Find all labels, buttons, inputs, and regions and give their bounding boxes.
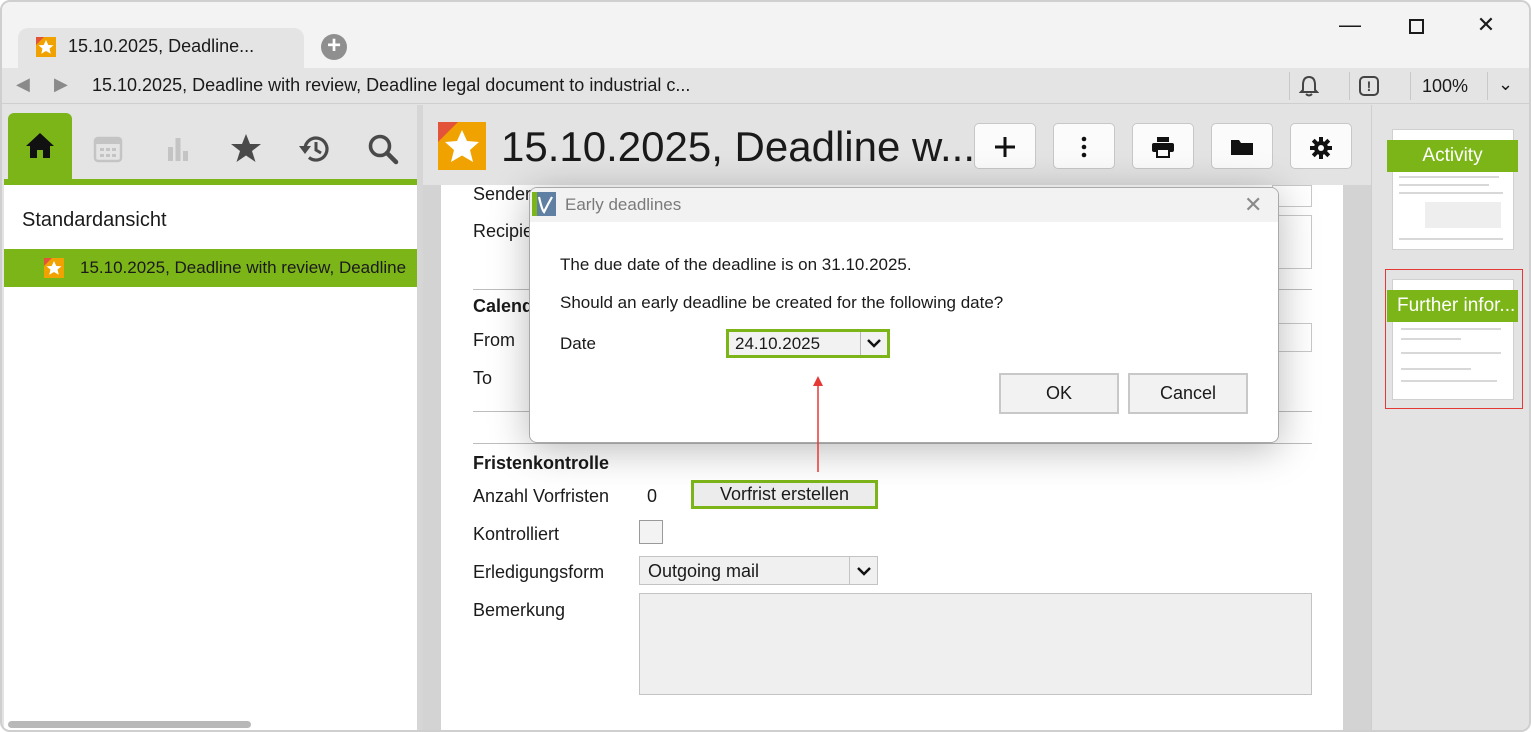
- chevron-down-icon[interactable]: [860, 332, 887, 355]
- bell-icon[interactable]: [1299, 74, 1319, 98]
- to-label: To: [473, 368, 493, 388]
- completion-value: Outgoing mail: [648, 561, 760, 581]
- tab-search[interactable]: [351, 115, 415, 179]
- divider: [473, 443, 1312, 444]
- app-window: 15.10.2025, Deadline... + — ✕ ◀ ▶ 15.10.…: [0, 0, 1531, 732]
- settings-button[interactable]: [1290, 123, 1352, 169]
- print-button[interactable]: [1132, 123, 1194, 169]
- browser-tab[interactable]: 15.10.2025, Deadline...: [18, 28, 304, 68]
- more-icon: [1081, 136, 1087, 158]
- tab-calendar[interactable]: [76, 115, 140, 179]
- dialog-message-due-date: The due date of the deadline is on 31.10…: [560, 255, 912, 274]
- recipient-label: Recipie: [473, 221, 534, 241]
- document-title: 15.10.2025, Deadline w...: [501, 123, 976, 170]
- back-arrow-icon[interactable]: ◀: [16, 74, 30, 95]
- tab-title: 15.10.2025, Deadline...: [68, 36, 255, 56]
- annotation-arrow: [813, 376, 823, 472]
- star-icon: [231, 134, 261, 162]
- separator: [1349, 72, 1350, 100]
- close-window-icon[interactable]: ✕: [1466, 10, 1506, 40]
- view-title[interactable]: Standardansicht: [22, 209, 167, 232]
- info-icon[interactable]: !: [1359, 76, 1379, 96]
- folder-icon: [1231, 140, 1253, 155]
- chevron-down-icon[interactable]: [849, 557, 877, 584]
- separator: [1289, 72, 1290, 100]
- minimize-icon[interactable]: —: [1330, 10, 1370, 40]
- chart-icon: [168, 138, 188, 161]
- add-icon: [995, 137, 1015, 157]
- separator: [1410, 72, 1411, 100]
- dialog-message-question: Should an early deadline be created for …: [560, 293, 1004, 312]
- sender-label: Sender: [473, 184, 532, 204]
- document-header: 15.10.2025, Deadline w...: [423, 105, 1371, 185]
- deadline-star-icon: [44, 258, 64, 278]
- maximize-icon[interactable]: [1396, 10, 1436, 40]
- settings-icon: [1310, 137, 1332, 159]
- date-label: Date: [560, 334, 596, 353]
- add-button[interactable]: [974, 123, 1036, 169]
- tree-item-deadline[interactable]: 15.10.2025, Deadline with review, Deadli…: [4, 249, 417, 287]
- thumbnail-selection-frame: [1385, 269, 1523, 409]
- completion-label: Erledigungsform: [473, 562, 605, 582]
- history-icon: [299, 136, 329, 162]
- tab-strip: 15.10.2025, Deadline... + — ✕: [2, 2, 1529, 68]
- tab-statistics[interactable]: [146, 115, 210, 179]
- separator: [1487, 72, 1488, 100]
- app-logo-icon: [532, 192, 556, 216]
- folder-button[interactable]: [1211, 123, 1273, 169]
- tab-history[interactable]: [283, 115, 347, 179]
- search-icon: [368, 134, 399, 165]
- section-heading: Fristenkontrolle: [473, 453, 610, 473]
- date-value: 24.10.2025: [735, 334, 821, 353]
- navigation-panel: Standardansicht 15.10.2025, Deadline wit…: [4, 105, 417, 730]
- deadline-star-icon: [438, 122, 486, 170]
- checked-checkbox[interactable]: [639, 520, 663, 544]
- more-button[interactable]: [1053, 123, 1115, 169]
- date-picker[interactable]: 24.10.2025: [726, 329, 890, 358]
- deadline-star-icon: [36, 37, 56, 57]
- home-icon: [26, 133, 54, 158]
- address-bar: ◀ ▶ 15.10.2025, Deadline with review, De…: [2, 68, 1529, 104]
- count-label: Anzahl Vorfristen: [473, 486, 610, 506]
- zoom-level[interactable]: 100%: [1422, 76, 1468, 97]
- horizontal-scrollbar[interactable]: [8, 721, 251, 728]
- ok-button[interactable]: OK: [999, 373, 1119, 414]
- cancel-button[interactable]: Cancel: [1128, 373, 1248, 414]
- remark-label: Bemerkung: [473, 600, 566, 620]
- create-early-deadline-button[interactable]: Vorfrist erstellen: [691, 480, 878, 509]
- calendar-icon: [93, 136, 123, 163]
- tree-item-label: 15.10.2025, Deadline with review, Deadli…: [80, 258, 407, 277]
- thumbnail-activity-label: Activity: [1387, 140, 1518, 172]
- calendar-heading: Calend: [473, 296, 534, 316]
- remark-textarea[interactable]: [639, 593, 1312, 695]
- tab-favorites[interactable]: [214, 115, 278, 179]
- navigation-tabs: [4, 105, 417, 185]
- new-tab-plus-icon[interactable]: +: [321, 34, 347, 60]
- address-text[interactable]: 15.10.2025, Deadline with review, Deadli…: [92, 75, 690, 96]
- dialog-title: Early deadlines: [565, 195, 682, 214]
- count-value: 0: [647, 486, 658, 506]
- dialog-titlebar[interactable]: Early deadlines ✕: [530, 188, 1278, 222]
- early-deadlines-dialog: Early deadlines ✕ The due date of the de…: [529, 187, 1279, 443]
- close-icon[interactable]: ✕: [1244, 192, 1262, 218]
- completion-select[interactable]: Outgoing mail: [639, 556, 878, 585]
- checked-label: Kontrolliert: [473, 524, 560, 544]
- forward-arrow-icon[interactable]: ▶: [54, 74, 68, 95]
- print-icon: [1152, 137, 1174, 158]
- chevron-down-icon[interactable]: ⌄: [1498, 74, 1513, 95]
- from-label: From: [473, 330, 515, 350]
- tab-home[interactable]: [8, 113, 72, 183]
